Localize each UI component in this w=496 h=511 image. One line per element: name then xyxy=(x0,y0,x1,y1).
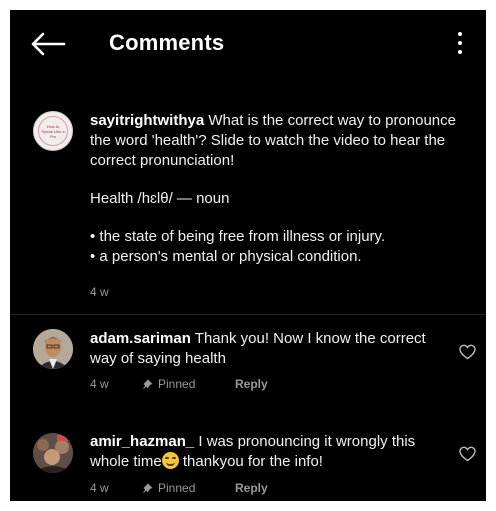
caption-timestamp: 4 w xyxy=(90,285,109,299)
pinned-label: Pinned xyxy=(143,481,195,495)
more-vertical-icon[interactable] xyxy=(456,32,464,58)
comment-timestamp: 4 w xyxy=(90,377,109,391)
reply-button[interactable]: Reply xyxy=(235,377,268,391)
smiling-face-emoji-icon xyxy=(161,452,179,469)
caption-text: sayitrightwithya What is the correct way… xyxy=(90,111,470,267)
comment-text: adam.sariman Thank you! Now I know the c… xyxy=(90,329,435,369)
pin-icon xyxy=(143,379,153,389)
comment-timestamp: 4 w xyxy=(90,481,109,495)
pin-icon xyxy=(143,483,153,493)
divider xyxy=(10,314,486,315)
heart-outline-icon[interactable] xyxy=(459,446,476,462)
comments-screen: Comments How to Speak Like a Pro sayitri… xyxy=(10,10,486,501)
comment-username[interactable]: amir_hazman_ xyxy=(90,433,194,450)
definition-2: • a person's mental or physical conditio… xyxy=(90,248,362,265)
pinned-label: Pinned xyxy=(143,377,195,391)
avatar[interactable] xyxy=(33,433,73,473)
page-title: Comments xyxy=(109,30,225,55)
reply-button[interactable]: Reply xyxy=(235,481,268,495)
arrow-left-icon[interactable] xyxy=(30,32,66,56)
avatar[interactable] xyxy=(33,329,73,369)
definition-1: • the state of being free from illness o… xyxy=(90,228,386,245)
heart-outline-icon[interactable] xyxy=(459,344,476,360)
pronunciation-line: Health /hɛlθ/ — noun xyxy=(90,190,230,207)
comment-username[interactable]: adam.sariman xyxy=(90,330,191,347)
caption-username[interactable]: sayitrightwithya xyxy=(90,112,204,129)
app-header: Comments xyxy=(10,10,486,78)
comment-body-end: thankyou for the info! xyxy=(178,453,323,470)
avatar-logo-text: How to Speak Like a Pro xyxy=(41,124,65,139)
comment-text: amir_hazman_ I was pronouncing it wrongl… xyxy=(90,432,435,472)
avatar[interactable]: How to Speak Like a Pro xyxy=(33,111,73,151)
